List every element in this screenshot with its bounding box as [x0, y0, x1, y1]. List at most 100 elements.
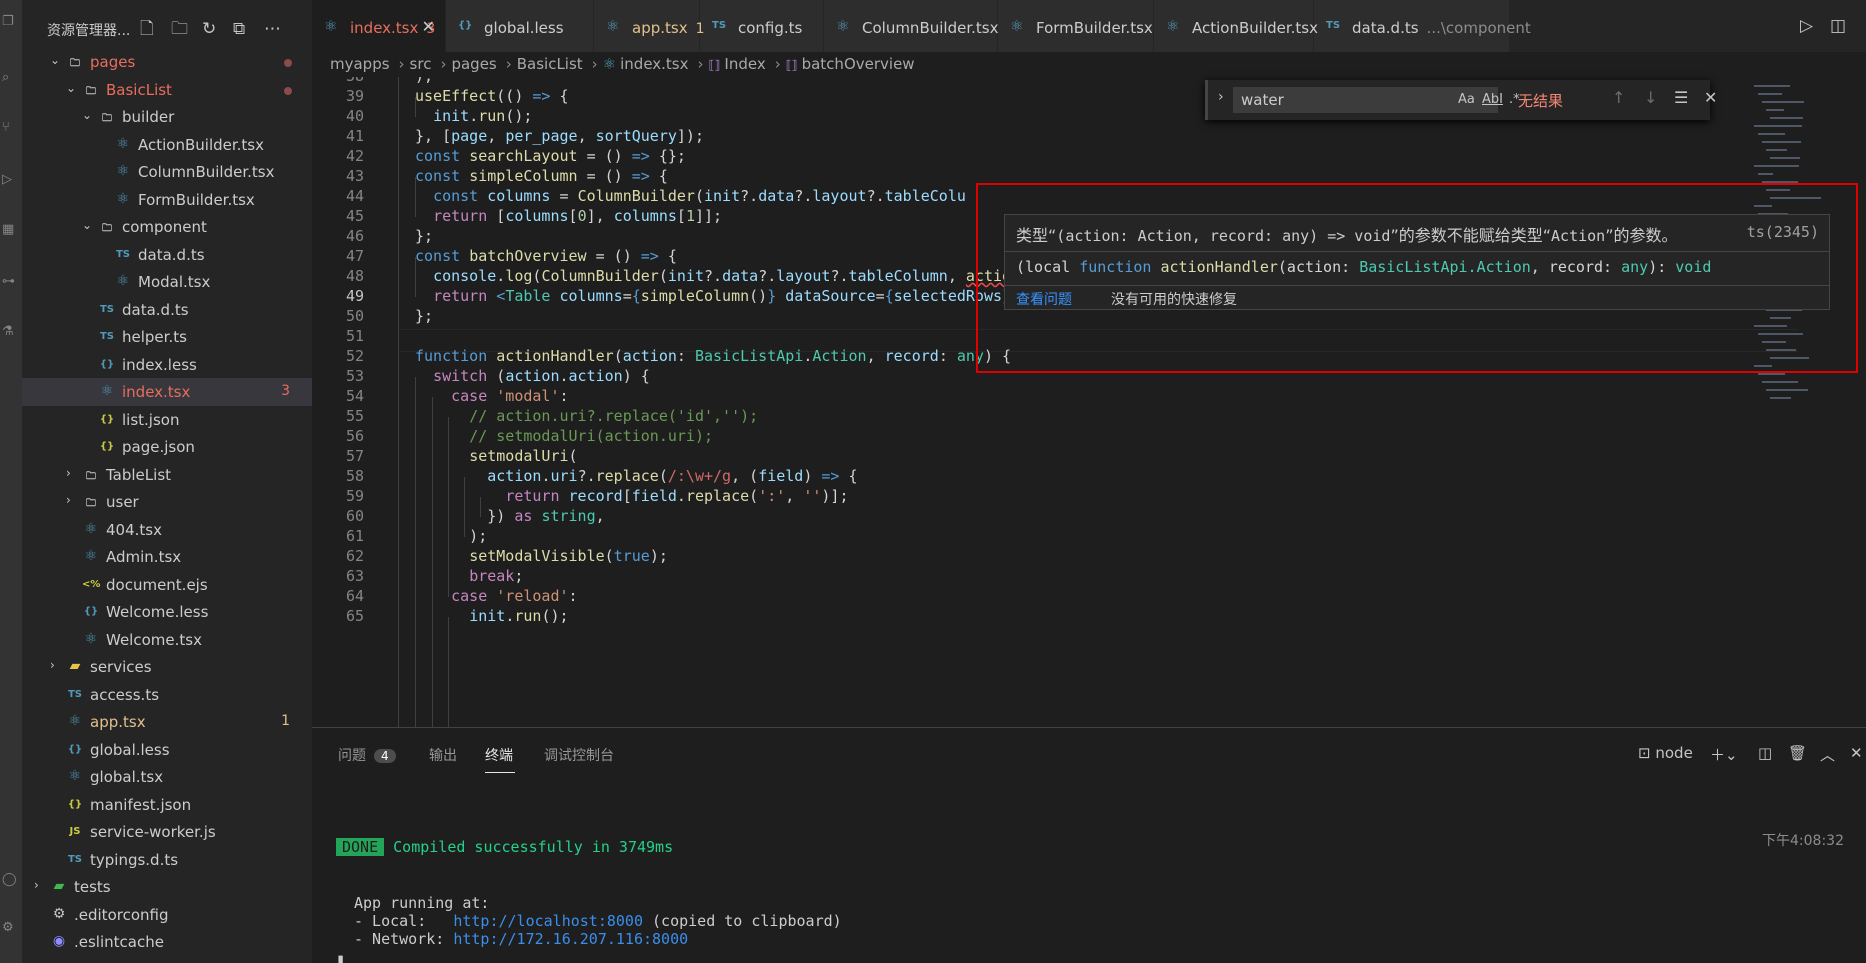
editor-tab[interactable]: ⚛ ActionBuilder.tsx	[1154, 0, 1318, 52]
tree-item[interactable]: <% document.ejs	[22, 571, 312, 599]
new-folder-icon[interactable]: 🗀	[171, 16, 202, 45]
tree-item[interactable]: › ▰ services	[22, 653, 312, 681]
tree-item[interactable]: ⚙ .editorconfig	[22, 901, 312, 929]
tree-item[interactable]: › 🗀 user	[22, 488, 312, 516]
breadcrumb-item[interactable]: batchOverview	[802, 55, 915, 73]
tree-item[interactable]: ⚛ app.tsx 1	[22, 708, 312, 736]
split-editor-icon[interactable]: ◫	[1830, 16, 1846, 36]
tree-item[interactable]: ⌄ 🗀 BasicList	[22, 76, 312, 104]
new-file-icon[interactable]: 🗋	[140, 16, 171, 45]
tree-item[interactable]: TS data.d.ts	[22, 296, 312, 324]
tree-item[interactable]: ⌄ 🗀 pages	[22, 48, 312, 76]
tree-item[interactable]: TS typings.d.ts	[22, 846, 312, 874]
testing-icon[interactable]: ⚗	[0, 324, 22, 348]
tree-item[interactable]: ⚛ Admin.tsx	[22, 543, 312, 571]
account-icon[interactable]: ◯	[0, 872, 22, 896]
chevron-right-icon[interactable]: ›	[66, 493, 80, 507]
extensions-icon[interactable]: ▦	[0, 222, 22, 246]
tree-item[interactable]: TS access.ts	[22, 681, 312, 709]
tab-terminal[interactable]: 终端	[485, 745, 513, 765]
tab-problems[interactable]: 问题 4	[338, 745, 396, 765]
find-input[interactable]: water Aa AbI .*	[1233, 87, 1520, 113]
tab-debug-console[interactable]: 调试控制台	[544, 745, 614, 765]
editor-tab[interactable]: ⚛ FormBuilder.tsx	[998, 0, 1154, 52]
find-in-selection-icon[interactable]: ☰	[1674, 88, 1688, 107]
breadcrumb-item[interactable]: pages	[451, 55, 496, 73]
tree-item[interactable]: {} index.less	[22, 351, 312, 379]
tree-item[interactable]: ⚛ Welcome.tsx	[22, 626, 312, 654]
tree-item[interactable]: ⚛ ColumnBuilder.tsx	[22, 158, 312, 186]
tree-item[interactable]: ⚛ FormBuilder.tsx	[22, 186, 312, 214]
editor-tab[interactable]: ⚛ index.tsx 3 ✕	[312, 0, 446, 52]
tree-item[interactable]: {} global.less	[22, 736, 312, 764]
chevron-down-icon[interactable]: ⌄	[66, 81, 80, 95]
tree-item[interactable]: {} Welcome.less	[22, 598, 312, 626]
chevron-right-icon[interactable]: ›	[66, 466, 80, 480]
tree-item[interactable]: ⚛ ActionBuilder.tsx	[22, 131, 312, 159]
tree-item[interactable]: {} list.json	[22, 406, 312, 434]
next-match-icon[interactable]: ↓	[1644, 88, 1657, 107]
explorer-icon[interactable]: ❐	[0, 14, 22, 38]
tree-item[interactable]: JS service-worker.js	[22, 818, 312, 846]
chevron-down-icon[interactable]: ⌄	[82, 108, 96, 122]
explorer-header: 资源管理器... 🗋 🗀 ↻ ⧉ ⋯	[22, 0, 312, 54]
tree-item[interactable]: ⚛ Modal.tsx	[22, 268, 312, 296]
tree-item[interactable]: ⌄ 🗀 component	[22, 213, 312, 241]
breadcrumb-item[interactable]: Index	[724, 55, 765, 73]
tree-item[interactable]: TS helper.ts	[22, 323, 312, 351]
tree-item[interactable]: › ▰ tests	[22, 873, 312, 901]
tree-item[interactable]: ⌄ 🗀 builder	[22, 103, 312, 131]
code-editor[interactable]: 38 39 40 41 42 43 44 45 46 47 48 49 50 51 52 53 54 55 56 57…	[312, 77, 1866, 727]
tree-item[interactable]: ⚛ global.tsx	[22, 763, 312, 791]
network-url-link[interactable]: http://172.16.207.116:8000	[453, 930, 688, 948]
new-terminal-icon[interactable]: ＋⌄	[1710, 744, 1738, 765]
manage-gear-icon[interactable]: ⚙	[0, 920, 22, 944]
local-url-link[interactable]: http://localhost:8000	[453, 912, 643, 930]
tree-item[interactable]: TS data.d.ts	[22, 241, 312, 269]
chevron-down-icon[interactable]: ⌄	[82, 218, 96, 232]
tree-item[interactable]: ◉ .eslintcache	[22, 928, 312, 956]
view-problem-link[interactable]: 查看问题	[1016, 289, 1072, 309]
breadcrumb-item[interactable]: src	[410, 55, 432, 73]
chevron-right-icon[interactable]: ›	[50, 658, 64, 672]
tree-item[interactable]: › 🗀 TableList	[22, 461, 312, 489]
tree-item[interactable]: {} manifest.json	[22, 791, 312, 819]
editor-tab[interactable]: TS config.ts	[700, 0, 824, 52]
collapse-all-icon[interactable]: ⧉	[233, 19, 264, 39]
breadcrumb-item[interactable]: myapps	[330, 55, 390, 73]
tree-item[interactable]: {} page.json	[22, 433, 312, 461]
run-icon[interactable]: ▷	[1800, 16, 1813, 36]
code-line-54: case 'modal':	[451, 387, 569, 405]
chevron-right-icon[interactable]: ›	[34, 878, 48, 892]
match-whole-word-icon[interactable]: AbI	[1482, 92, 1503, 107]
editor-tab[interactable]: ⚛ ColumnBuilder.tsx	[824, 0, 998, 52]
maximize-panel-icon[interactable]: ︿	[1820, 744, 1835, 765]
refresh-icon[interactable]: ↻	[202, 19, 233, 39]
find-input-value: water	[1241, 91, 1284, 109]
terminal-selector[interactable]: ⊡ node	[1638, 744, 1693, 762]
close-panel-icon[interactable]: ✕	[1850, 744, 1863, 762]
kill-terminal-icon[interactable]: 🗑	[1788, 744, 1807, 762]
close-find-icon[interactable]: ✕	[1704, 88, 1717, 107]
split-terminal-icon[interactable]: ◫	[1758, 744, 1772, 762]
breadcrumb-item[interactable]: index.tsx	[620, 55, 688, 73]
more-actions-icon[interactable]: ⋯	[264, 19, 295, 39]
tree-item[interactable]: ⚛ index.tsx 3	[22, 378, 312, 406]
tab-filename: FormBuilder.tsx	[1036, 19, 1153, 37]
minimap[interactable]	[1748, 77, 1866, 727]
match-case-icon[interactable]: Aa	[1458, 92, 1475, 107]
remote-icon[interactable]: ⊶	[0, 274, 22, 298]
run-debug-icon[interactable]: ▷	[0, 172, 22, 196]
editor-tab[interactable]: ⚛ app.tsx 1	[594, 0, 705, 52]
chevron-down-icon[interactable]: ⌄	[50, 53, 64, 67]
editor-tab[interactable]: TS data.d.ts ...\component	[1314, 0, 1531, 52]
breadcrumb-item[interactable]: BasicList	[517, 55, 583, 73]
editor-tab[interactable]: {} global.less	[446, 0, 594, 52]
toggle-replace-chevron-icon[interactable]: ›	[1218, 89, 1224, 105]
close-tab-icon[interactable]: ✕	[422, 17, 435, 36]
tree-item[interactable]: ⚛ 404.tsx	[22, 516, 312, 544]
search-icon[interactable]: ⌕	[0, 70, 22, 94]
previous-match-icon[interactable]: ↑	[1612, 88, 1625, 107]
tab-output[interactable]: 输出	[429, 745, 457, 765]
source-control-icon[interactable]: ⑂	[0, 120, 22, 144]
